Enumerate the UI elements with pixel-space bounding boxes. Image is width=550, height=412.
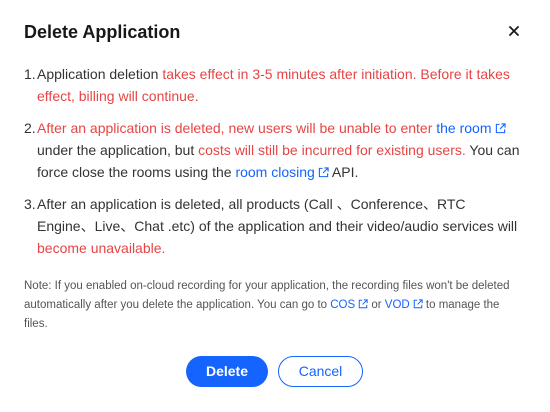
inline-link-group[interactable]: COS: [330, 299, 368, 311]
body-text: API.: [328, 164, 359, 180]
delete-application-dialog: Delete Application 1. Application deletio…: [0, 0, 550, 412]
warning-text: After an application is deleted, new use…: [37, 120, 437, 136]
body-text: or: [368, 299, 385, 311]
inline-link[interactable]: room closing: [235, 164, 314, 180]
inline-link[interactable]: VOD: [385, 299, 410, 311]
inline-link-group[interactable]: VOD: [385, 299, 423, 311]
step-text: Application deletion takes effect in 3-5…: [37, 66, 510, 104]
recording-note: Note: If you enabled on-cloud recording …: [24, 277, 514, 334]
step-number: 1.: [24, 66, 36, 82]
step-item: 2. After an application is deleted, new u…: [24, 117, 524, 183]
warning-text: costs will still be incurred for existin…: [198, 142, 466, 158]
warning-text: become unavailable.: [37, 240, 166, 256]
close-icon[interactable]: [505, 22, 523, 40]
step-item: 1. Application deletion takes effect in 3…: [24, 63, 524, 107]
dialog-title: Delete Application: [24, 22, 181, 42]
inline-link-group[interactable]: room closing: [235, 164, 329, 180]
delete-button[interactable]: Delete: [186, 356, 268, 387]
dialog-body: 1. Application deletion takes effect in 3…: [24, 63, 524, 269]
inline-link-group[interactable]: the room: [436, 120, 506, 136]
external-link-icon: [413, 299, 423, 309]
step-item: 3. After an application is deleted, all p…: [24, 193, 524, 259]
step-number: 2.: [24, 120, 36, 136]
deletion-steps-list: 1. Application deletion takes effect in 3…: [24, 63, 524, 259]
inline-link[interactable]: the room: [436, 120, 491, 136]
body-text: Application deletion: [37, 66, 163, 82]
body-text: under the application, but: [37, 142, 199, 158]
external-link-icon: [318, 167, 329, 178]
external-link-icon: [495, 123, 506, 134]
inline-link[interactable]: COS: [330, 299, 355, 311]
step-number: 3.: [24, 196, 36, 212]
step-text: After an application is deleted, new use…: [37, 120, 520, 180]
external-link-icon: [358, 299, 368, 309]
cancel-button[interactable]: Cancel: [278, 356, 363, 387]
step-text: After an application is deleted, all pro…: [37, 196, 517, 256]
body-text: After an application is deleted, all pro…: [37, 196, 518, 234]
